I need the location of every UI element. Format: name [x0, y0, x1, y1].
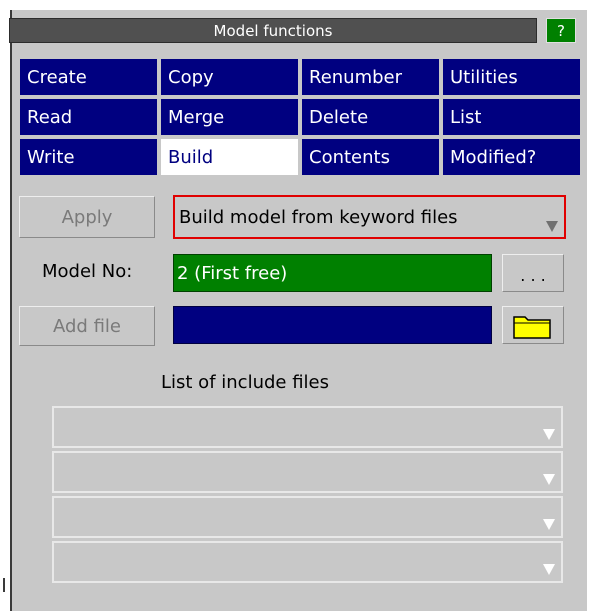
- window-edge-marker: [3, 578, 5, 592]
- include-file-slot[interactable]: [52, 451, 563, 493]
- function-label: Read: [27, 106, 73, 128]
- function-label: Create: [27, 66, 87, 88]
- function-button-utilities[interactable]: Utilities: [441, 57, 582, 97]
- function-label: Renumber: [309, 66, 403, 88]
- function-label: Copy: [168, 66, 214, 88]
- include-file-input[interactable]: [173, 306, 492, 344]
- panel-title-bar[interactable]: Model functions: [9, 18, 537, 43]
- apply-button[interactable]: Apply: [19, 196, 155, 238]
- include-file-slot[interactable]: [52, 406, 563, 448]
- dropdown-arrow-icon: [543, 564, 555, 575]
- include-file-slot[interactable]: [52, 541, 563, 583]
- build-mode-dropdown[interactable]: Build model from keyword files: [173, 195, 566, 239]
- function-button-contents[interactable]: Contents: [300, 137, 441, 177]
- model-no-field[interactable]: 2 (First free): [173, 254, 492, 292]
- function-button-build[interactable]: Build: [159, 137, 300, 177]
- function-button-write[interactable]: Write: [18, 137, 159, 177]
- function-button-merge[interactable]: Merge: [159, 97, 300, 137]
- ellipsis-label: . . .: [520, 266, 546, 285]
- function-label: Write: [27, 146, 75, 168]
- apply-label: Apply: [61, 206, 113, 228]
- function-label: Build: [168, 146, 214, 168]
- help-label: ?: [557, 21, 565, 40]
- include-file-slot[interactable]: [52, 496, 563, 538]
- include-files-heading: List of include files: [161, 372, 329, 393]
- add-file-label: Add file: [53, 315, 121, 337]
- function-button-read[interactable]: Read: [18, 97, 159, 137]
- dropdown-arrow-icon: [543, 519, 555, 530]
- function-label: Contents: [309, 146, 390, 168]
- add-file-button[interactable]: Add file: [19, 306, 155, 346]
- function-label: Utilities: [450, 66, 518, 88]
- function-button-copy[interactable]: Copy: [159, 57, 300, 97]
- dropdown-arrow-icon: [546, 221, 558, 232]
- function-label: Merge: [168, 106, 225, 128]
- folder-browse-button[interactable]: [502, 306, 564, 344]
- function-button-grid: Create Copy Renumber Utilities Read Merg…: [18, 57, 582, 177]
- panel-title: Model functions: [213, 21, 333, 40]
- function-button-delete[interactable]: Delete: [300, 97, 441, 137]
- build-mode-value: Build model from keyword files: [179, 206, 458, 228]
- model-select-button[interactable]: . . .: [502, 254, 564, 292]
- function-button-modified[interactable]: Modified?: [441, 137, 582, 177]
- function-label: Modified?: [450, 146, 537, 168]
- function-button-create[interactable]: Create: [18, 57, 159, 97]
- dropdown-arrow-icon: [543, 429, 555, 440]
- help-button[interactable]: ?: [546, 18, 576, 43]
- model-no-value: 2 (First free): [177, 262, 288, 284]
- function-button-list[interactable]: List: [441, 97, 582, 137]
- function-button-renumber[interactable]: Renumber: [300, 57, 441, 97]
- dropdown-arrow-icon: [543, 474, 555, 485]
- folder-icon: [513, 316, 551, 339]
- model-no-label: Model No:: [42, 261, 133, 282]
- function-label: List: [450, 106, 482, 128]
- function-label: Delete: [309, 106, 369, 128]
